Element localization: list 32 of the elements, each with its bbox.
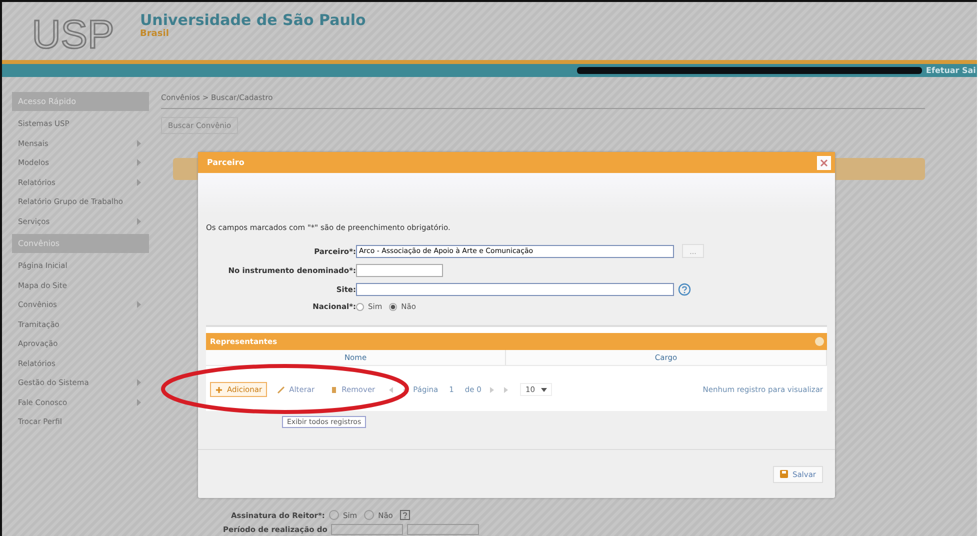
- radio-button[interactable]: [389, 302, 398, 310]
- chevron-icon: [137, 218, 141, 225]
- caret-icon: [541, 388, 547, 392]
- site-title: Universidade de São Paulo: [140, 11, 366, 30]
- date-field[interactable]: [331, 524, 404, 534]
- text-field[interactable]: [356, 283, 674, 296]
- toggle-icon: [815, 337, 824, 346]
- chevron-icon: [137, 301, 141, 308]
- pencil-icon: [277, 386, 286, 394]
- plus-icon: [215, 386, 223, 394]
- site-subtitle: Brasil: [140, 29, 170, 40]
- date-field[interactable]: [407, 524, 480, 534]
- chevron-icon: [137, 140, 141, 147]
- radio-button[interactable]: [356, 302, 364, 310]
- radio-button[interactable]: [328, 510, 339, 520]
- close-button[interactable]: [817, 156, 831, 170]
- logout-link[interactable]: Efetuar Sai: [926, 66, 976, 76]
- close-icon: [820, 158, 828, 166]
- chevron-icon: [137, 159, 141, 166]
- radio-button[interactable]: [364, 510, 374, 520]
- help-icon: [400, 510, 410, 520]
- chevron-icon: [137, 398, 141, 406]
- help-icon: [678, 283, 691, 296]
- first-page-icon: [388, 386, 394, 394]
- chevron-icon: [137, 178, 141, 186]
- chevron-icon: [137, 379, 141, 386]
- lookup-button[interactable]: ...: [682, 244, 704, 258]
- text-field[interactable]: [356, 264, 443, 277]
- dialog-title: Parceiro: [207, 158, 244, 167]
- last-page-icon: [503, 386, 510, 394]
- logo: USP: [28, 10, 118, 54]
- next-page-icon: [489, 386, 496, 394]
